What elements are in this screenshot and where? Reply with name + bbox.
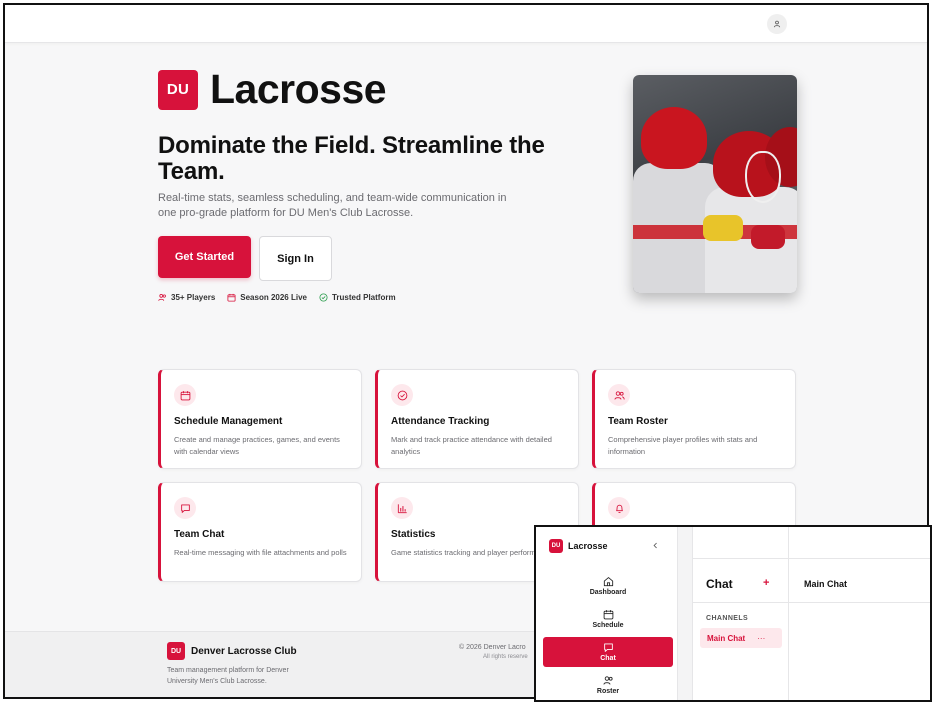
footer-name: Denver Lacrosse Club <box>191 645 297 657</box>
stat-season-label: Season 2026 Live <box>240 293 307 302</box>
sidebar-item-label: Roster <box>596 688 620 695</box>
users-icon <box>613 390 625 400</box>
channel-item-main-chat[interactable]: Main Chat ··· <box>700 628 782 648</box>
feature-card-roster[interactable]: Team Roster Comprehensive player profile… <box>592 369 796 469</box>
users-icon <box>602 676 613 685</box>
users-icon <box>158 294 166 301</box>
brand-name: Lacrosse <box>210 66 387 112</box>
feature-description: Mark and track practice attendance with … <box>391 435 552 456</box>
footer-description: Team management platform for Denver Univ… <box>167 667 289 685</box>
sign-in-button[interactable]: Sign In <box>259 236 332 281</box>
feature-card-attendance[interactable]: Attendance Tracking Mark and track pract… <box>375 369 579 469</box>
calendar-icon <box>227 293 236 302</box>
message-icon <box>180 504 190 513</box>
hero-subtext: Real-time stats, seamless scheduling, an… <box>158 192 507 219</box>
chat-title: Chat <box>706 577 733 591</box>
sidebar-brand-name: Lacrosse <box>568 541 608 551</box>
calendar-icon <box>180 390 190 400</box>
du-logo: DU <box>158 69 198 110</box>
stat-season: Season 2026 Live <box>227 293 307 302</box>
sidebar-item-roster[interactable]: Roster <box>543 670 673 700</box>
footer-rights: All rights reserve <box>483 654 528 660</box>
feature-card-schedule[interactable]: Schedule Management Create and manage pr… <box>158 369 362 469</box>
hero-stats: 35+ Players Season 2026 Live Trusted Pla… <box>158 293 396 302</box>
sidebar-brand: DU Lacrosse <box>549 539 608 553</box>
app-sidebar: DU Lacrosse Dashboard Schedule Chat Rost… <box>536 527 678 700</box>
calendar-icon <box>603 610 613 620</box>
sidebar-item-label: Chat <box>600 655 616 662</box>
stat-trusted-label: Trusted Platform <box>331 293 396 302</box>
feature-description: Comprehensive player profiles with stats… <box>608 435 758 456</box>
message-icon <box>603 643 613 652</box>
home-icon <box>603 577 613 587</box>
feature-title: Attendance Tracking <box>391 416 490 427</box>
sidebar-item-dashboard[interactable]: Dashboard <box>543 571 673 601</box>
feature-description: Real-time messaging with file attachment… <box>174 548 347 557</box>
check-circle-icon <box>397 390 407 400</box>
sidebar-item-chat[interactable]: Chat <box>543 637 673 667</box>
chat-list-panel: Chat + CHANNELS Main Chat ··· <box>692 527 789 700</box>
sidebar-item-label: Schedule <box>592 622 624 629</box>
channel-name: Main Chat <box>707 633 746 643</box>
footer-brand: DU Denver Lacrosse Club <box>167 642 297 660</box>
hero-headline: Dominate the Field. Streamline the Team. <box>158 132 545 185</box>
feature-title: Team Roster <box>608 416 668 427</box>
top-bar <box>5 5 927 43</box>
stat-players-label: 35+ Players <box>171 293 216 302</box>
feature-title: Schedule Management <box>174 416 283 427</box>
chevron-left-icon <box>653 542 657 548</box>
footer-copyright: © 2026 Denver Lacro <box>459 644 526 651</box>
user-menu-button[interactable] <box>767 14 787 34</box>
bar-chart-icon <box>397 503 407 513</box>
stat-trusted: Trusted Platform <box>319 293 396 302</box>
add-channel-button[interactable]: + <box>763 577 769 589</box>
chat-app-window: DU Lacrosse Dashboard Schedule Chat Rost… <box>534 525 932 702</box>
channels-label: CHANNELS <box>706 615 749 622</box>
sidebar-collapse-button[interactable] <box>648 538 662 552</box>
sidebar-item-schedule[interactable]: Schedule <box>543 604 673 634</box>
main-chat-header: Main Chat <box>804 579 848 589</box>
bell-icon <box>615 504 623 513</box>
sidebar-item-label: Dashboard <box>589 589 627 596</box>
check-circle-icon <box>319 293 328 302</box>
user-icon <box>773 20 781 28</box>
channel-more-icon[interactable]: ··· <box>757 634 765 643</box>
feature-title: Team Chat <box>174 529 225 540</box>
feature-description: Create and manage practices, games, and … <box>174 435 340 456</box>
feature-card-chat[interactable]: Team Chat Real-time messaging with file … <box>158 482 362 582</box>
get-started-button[interactable]: Get Started <box>158 236 251 278</box>
hero-brand: DU Lacrosse <box>158 66 387 112</box>
team-photo <box>633 75 797 293</box>
sidebar-logo: DU <box>549 539 563 553</box>
stat-players: 35+ Players <box>158 293 215 302</box>
footer-logo: DU <box>167 642 185 660</box>
